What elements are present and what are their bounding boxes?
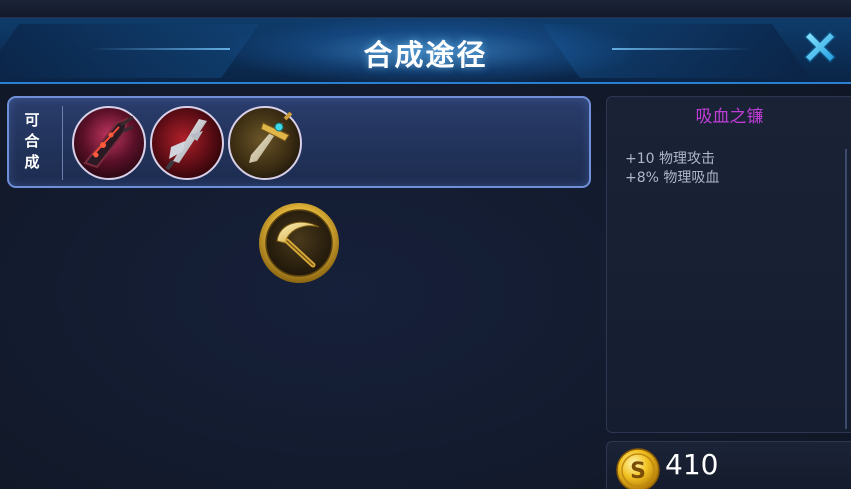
item-detail-screen: 合成途径 可 合 成 吸血之镰 +10 物理攻击 +8% 物理吸血 S 410 [0, 0, 851, 489]
composable-item-3[interactable] [227, 105, 303, 181]
item-detail-panel: 吸血之镰 +10 物理攻击 +8% 物理吸血 [606, 96, 851, 433]
price-value: 410 [665, 448, 719, 481]
selected-item[interactable] [257, 201, 341, 285]
item-name: 吸血之镰 [695, 107, 764, 127]
header-bar: 合成途径 [0, 18, 851, 84]
composable-divider [62, 106, 63, 180]
detail-scrollbar[interactable] [845, 149, 847, 429]
previous-screen-strip [0, 0, 851, 18]
gold-coin-icon: S [616, 448, 660, 489]
item-stat-line: +8% 物理吸血 [625, 170, 720, 186]
price-area: S 410 [606, 441, 851, 489]
composable-label-char: 合 [24, 132, 40, 150]
golden-sickle-icon [259, 203, 339, 283]
composable-panel: 可 合 成 [7, 96, 591, 188]
close-icon [803, 30, 837, 64]
composable-item-2[interactable] [149, 105, 225, 181]
close-button[interactable] [797, 24, 843, 70]
page-title: 合成途径 [363, 38, 488, 72]
svg-text:S: S [630, 459, 646, 484]
golden-hilt-sword-icon [228, 106, 302, 180]
composable-item-1[interactable] [71, 105, 147, 181]
red-silver-sword-icon [150, 106, 224, 180]
composable-label: 可 合 成 [21, 110, 43, 173]
composable-label-char: 成 [24, 153, 40, 171]
composable-label-char: 可 [24, 111, 40, 129]
dark-crimson-blade-icon [72, 106, 146, 180]
item-stat-line: +10 物理攻击 [625, 151, 715, 167]
